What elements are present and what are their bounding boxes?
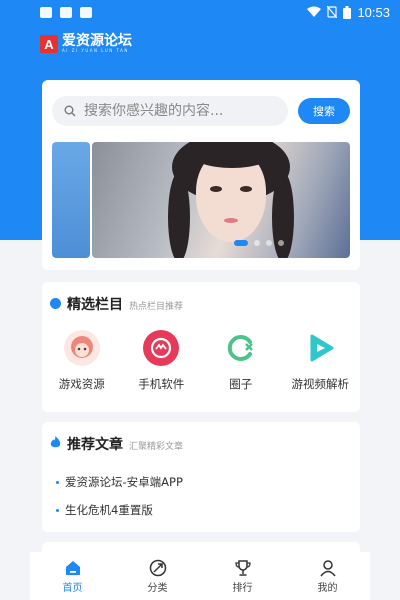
tab-ranking[interactable]: 排行 xyxy=(200,552,285,600)
clock: 10:53 xyxy=(357,4,390,20)
search-box[interactable] xyxy=(52,96,288,126)
article-item[interactable]: 爱资源论坛-安卓端APP xyxy=(56,468,183,496)
logo-icon: A xyxy=(40,35,58,53)
article-item[interactable]: 生化危机4重置版 xyxy=(56,496,183,524)
category-label: 游戏资源 xyxy=(58,377,105,391)
category-circle[interactable]: 圈子 xyxy=(201,330,281,392)
brand-logo: A 爱资源论坛 AI ZI YUAN LUN TAN xyxy=(40,34,132,54)
gallery-icon xyxy=(60,6,72,18)
category-game-resources[interactable]: 游戏资源 xyxy=(42,330,122,392)
search-button[interactable]: 搜索 xyxy=(298,98,350,124)
carousel-dot[interactable] xyxy=(278,240,284,246)
battery-icon xyxy=(343,5,352,19)
eye-right xyxy=(240,186,252,192)
notification-icon xyxy=(40,6,52,18)
featured-title: 精选栏目 xyxy=(67,297,123,313)
tab-category[interactable]: 分类 xyxy=(115,552,200,600)
articles-subtitle: 汇聚精彩文章 xyxy=(129,442,184,452)
search-icon xyxy=(64,105,76,117)
trophy-icon xyxy=(234,559,251,576)
search-banner-card: 搜索 xyxy=(42,80,360,270)
tab-label: 分类 xyxy=(147,582,168,594)
featured-section: 精选栏目 热点栏目推荐 游戏资源 手机软件 圈子 游视频解析 xyxy=(42,282,360,412)
eye-left xyxy=(210,186,222,192)
carousel-dots xyxy=(234,240,284,246)
bottom-tab-bar: 首页 分类 排行 我的 xyxy=(30,552,370,600)
app-notification-icon xyxy=(80,6,92,18)
banner-image[interactable] xyxy=(92,142,350,258)
banner-carousel[interactable] xyxy=(52,142,350,258)
bullet-icon xyxy=(56,480,59,484)
carousel-dot[interactable] xyxy=(266,240,272,246)
search-input[interactable] xyxy=(84,103,274,119)
article-title: 生化危机4重置版 xyxy=(65,503,153,517)
circle-c-icon xyxy=(222,330,259,366)
carousel-dot[interactable] xyxy=(234,240,248,246)
video-play-icon xyxy=(302,330,339,366)
category-video-parse[interactable]: 游视频解析 xyxy=(281,330,361,392)
user-icon xyxy=(319,559,336,576)
tab-label: 排行 xyxy=(232,582,253,594)
category-mobile-software[interactable]: 手机软件 xyxy=(122,330,202,392)
article-title: 爱资源论坛-安卓端APP xyxy=(65,475,183,489)
bullet-icon xyxy=(56,508,59,512)
anime-avatar-icon xyxy=(63,330,100,366)
category-label: 圈子 xyxy=(229,377,253,391)
featured-items: 游戏资源 手机软件 圈子 游视频解析 xyxy=(42,330,360,392)
brand-subtitle: AI ZI YUAN LUN TAN xyxy=(62,48,129,53)
home-icon xyxy=(65,560,80,575)
carousel-dot[interactable] xyxy=(254,240,260,246)
tab-home[interactable]: 首页 xyxy=(30,552,115,600)
status-bar: 10:53 xyxy=(0,0,400,24)
tab-label: 首页 xyxy=(62,582,83,594)
app-grid-icon xyxy=(143,330,180,366)
featured-section-icon xyxy=(50,298,61,309)
category-label: 手机软件 xyxy=(138,377,185,391)
featured-subtitle: 热点栏目推荐 xyxy=(129,302,184,312)
articles-title: 推荐文章 xyxy=(67,437,123,453)
category-label: 游视频解析 xyxy=(291,377,350,391)
article-list: 爱资源论坛-安卓端APP 生化危机4重置版 xyxy=(56,468,183,524)
articles-header: 推荐文章 汇聚精彩文章 xyxy=(50,434,183,454)
tab-label: 我的 xyxy=(317,582,338,594)
no-sim-icon xyxy=(327,6,338,18)
wifi-icon xyxy=(307,6,322,17)
tab-profile[interactable]: 我的 xyxy=(285,552,370,600)
hair-braid-left xyxy=(168,172,190,258)
banner-previous-slide[interactable] xyxy=(52,142,90,258)
search-row: 搜索 xyxy=(52,96,350,126)
articles-section: 推荐文章 汇聚精彩文章 爱资源论坛-安卓端APP 生化危机4重置版 xyxy=(42,422,360,532)
featured-header: 精选栏目 热点栏目推荐 xyxy=(50,294,183,314)
category-icon xyxy=(149,559,166,576)
brand-name: 爱资源论坛 xyxy=(62,33,132,49)
flame-icon xyxy=(50,436,61,448)
lips xyxy=(224,218,238,223)
